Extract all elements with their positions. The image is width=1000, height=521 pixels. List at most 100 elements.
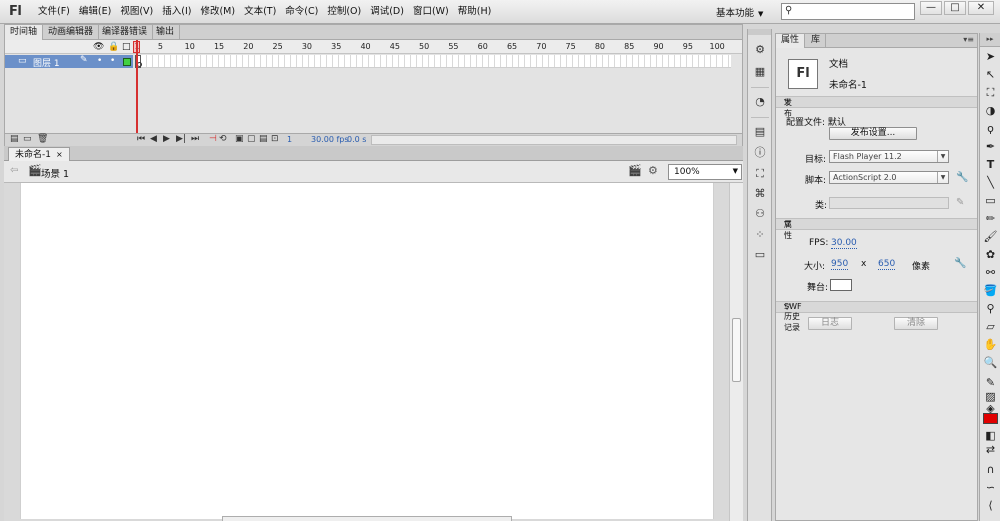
lock-dot[interactable]: •	[110, 56, 115, 66]
publish-section-header[interactable]: ▽ 发布	[776, 96, 977, 118]
snap-to-objects-icon[interactable]: ∩	[983, 463, 998, 477]
stage-horizontal-scrollbar[interactable]	[222, 516, 512, 521]
components-icon[interactable]: ⚇	[753, 207, 767, 221]
swatches-icon[interactable]: ▭	[753, 248, 767, 262]
menu-view[interactable]: 视图(V)	[116, 0, 157, 24]
rectangle-tool-icon[interactable]: ▭	[983, 194, 998, 208]
stage-color-swatch[interactable]	[830, 279, 852, 291]
help-search-input[interactable]: ⚲	[781, 3, 915, 20]
actions-icon[interactable]: ⌘	[753, 187, 767, 201]
properties-section-header[interactable]: ▽ 属性	[776, 218, 977, 240]
panel-gripper[interactable]	[748, 29, 771, 35]
paint-bucket-tool-icon[interactable]: 🪣	[983, 284, 998, 298]
swf-history-section-header[interactable]: ▽ SWF 历史记录	[776, 301, 977, 332]
eyedropper-tool-icon[interactable]: ⚲	[983, 302, 998, 316]
stage-canvas[interactable]	[20, 183, 714, 519]
menu-modify[interactable]: 修改(M)	[196, 0, 239, 24]
history-icon[interactable]: ◔	[753, 95, 767, 109]
swap-colors-icon[interactable]: ⇄	[983, 443, 998, 457]
deco-tool-icon[interactable]: ✿	[983, 248, 998, 262]
fps-value[interactable]: 30.00	[831, 238, 857, 249]
motion-presets-icon[interactable]: ⚙	[753, 43, 767, 57]
lasso-tool-icon[interactable]: ϙ	[983, 122, 998, 136]
onion-skin-icon[interactable]: ▣	[235, 134, 244, 144]
edit-scene-icon[interactable]: 🎬	[628, 164, 642, 177]
text-tool-icon[interactable]: T	[983, 158, 998, 172]
selection-tool-icon[interactable]: ➤	[983, 50, 998, 64]
outline-icon[interactable]: □	[122, 42, 131, 52]
tab-library[interactable]: 库	[806, 34, 827, 48]
layer-name[interactable]: 图层 1	[33, 56, 60, 69]
new-folder-icon[interactable]: ▭	[23, 134, 32, 144]
wrench-icon[interactable]: 🔧	[954, 258, 966, 269]
zoom-select[interactable]: 100% ▼	[668, 164, 742, 180]
tools-gripper[interactable]: ▸▸	[980, 33, 1000, 47]
last-frame-icon[interactable]: ⏭	[191, 134, 199, 144]
hand-tool-icon[interactable]: ✋	[983, 338, 998, 352]
menu-debug[interactable]: 调试(D)	[366, 0, 408, 24]
outline-color-swatch[interactable]	[123, 58, 131, 66]
frame-rate[interactable]: 30.00 fps	[311, 135, 349, 144]
log-button[interactable]: 日志	[808, 317, 852, 330]
grid-panel-icon[interactable]: ▦	[753, 65, 767, 79]
subselection-tool-icon[interactable]: ↖	[983, 68, 998, 82]
pen-tool-icon[interactable]: ✒	[983, 140, 998, 154]
free-transform-tool-icon[interactable]: ⛶	[983, 86, 998, 100]
edit-multiple-frames-icon[interactable]: ▤	[259, 134, 268, 144]
clear-button[interactable]: 清除	[894, 317, 938, 330]
center-frame-icon[interactable]: ⊣	[209, 134, 217, 144]
onion-outline-icon[interactable]: ▢	[247, 134, 256, 144]
step-back-icon[interactable]: ◀	[150, 134, 157, 144]
close-button[interactable]: ✕	[968, 1, 994, 15]
loop-icon[interactable]: ⟲	[219, 134, 227, 144]
publish-settings-button[interactable]: 发布设置...	[829, 127, 917, 140]
zoom-tool-icon[interactable]: 🔍	[983, 356, 998, 370]
delete-icon[interactable]: 🗑	[37, 134, 48, 144]
document-tab[interactable]: 未命名-1 ×	[8, 147, 70, 161]
smooth-icon[interactable]: ∽	[983, 481, 998, 495]
brush-tool-icon[interactable]: 🖌	[983, 230, 998, 244]
workspace-switcher[interactable]: 基本功能 ▼	[716, 5, 763, 19]
layer-row[interactable]: ▭ 图层 1 ✎ • •	[5, 55, 133, 69]
menu-control[interactable]: 控制(O)	[323, 0, 365, 24]
fill-color-swatch[interactable]	[983, 413, 998, 424]
restore-button[interactable]: □	[944, 1, 966, 15]
stroke-color-icon[interactable]: ✎	[983, 376, 998, 390]
pencil-icon[interactable]: ✎	[956, 197, 964, 208]
bone-tool-icon[interactable]: ⚯	[983, 266, 998, 280]
lock-icon[interactable]: 🔒	[108, 42, 119, 52]
close-icon[interactable]: ×	[56, 150, 63, 159]
straighten-icon[interactable]: ⟨	[983, 499, 998, 513]
menu-file[interactable]: 文件(F)	[34, 0, 74, 24]
new-layer-icon[interactable]: ▤	[10, 134, 19, 144]
3d-rotation-tool-icon[interactable]: ◑	[983, 104, 998, 118]
black-white-icon[interactable]: ◧	[983, 429, 998, 443]
height-value[interactable]: 650	[878, 259, 896, 270]
menu-help[interactable]: 帮助(H)	[454, 0, 496, 24]
menu-commands[interactable]: 命令(C)	[281, 0, 322, 24]
back-arrow-icon[interactable]: ⇦	[10, 165, 18, 176]
class-input[interactable]	[829, 197, 949, 209]
visibility-dot[interactable]: •	[97, 56, 102, 66]
tab-output[interactable]: 输出	[151, 25, 181, 40]
line-tool-icon[interactable]: ╲	[983, 176, 998, 190]
tab-timeline[interactable]: 时间轴	[5, 25, 44, 40]
playhead-line[interactable]	[136, 40, 138, 138]
menu-edit[interactable]: 编辑(E)	[75, 0, 115, 24]
menu-text[interactable]: 文本(T)	[240, 0, 280, 24]
transform-icon[interactable]: ⛶	[753, 167, 767, 181]
eraser-tool-icon[interactable]: ▱	[983, 320, 998, 334]
modify-markers-icon[interactable]: ⊡	[271, 134, 279, 144]
align-icon[interactable]: ▤	[753, 125, 767, 139]
color-icon[interactable]: ⁘	[753, 228, 767, 242]
first-frame-icon[interactable]: ⏮	[137, 134, 145, 144]
scroll-thumb[interactable]	[732, 318, 741, 382]
frame-cells[interactable]	[135, 55, 731, 68]
menu-insert[interactable]: 插入(I)	[158, 0, 195, 24]
step-forward-icon[interactable]: ▶|	[176, 134, 186, 144]
panel-menu-icon[interactable]: ▾≡	[963, 35, 974, 44]
script-select[interactable]: ActionScript 2.0 ▼	[829, 171, 949, 184]
timeline-scrollbar[interactable]	[371, 135, 737, 145]
width-value[interactable]: 950	[831, 259, 849, 270]
eye-icon[interactable]: 👁	[93, 42, 104, 52]
